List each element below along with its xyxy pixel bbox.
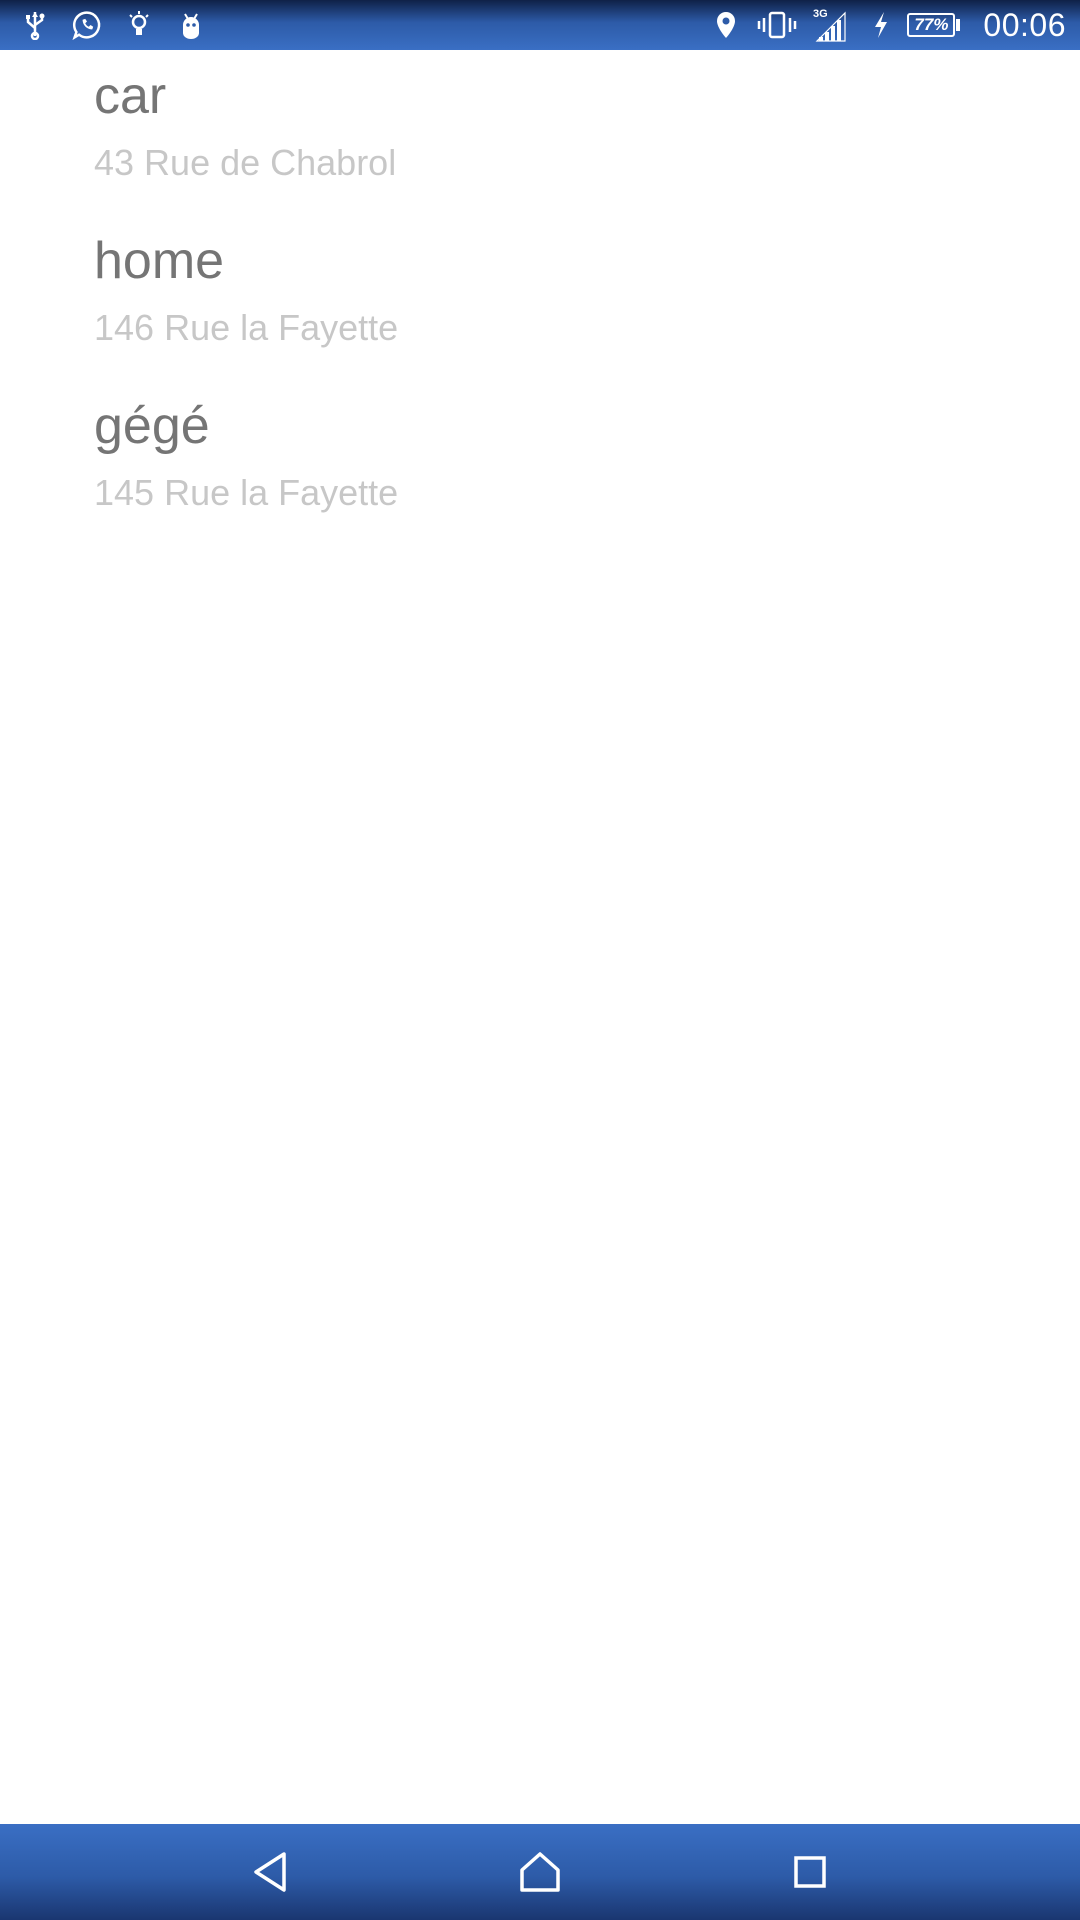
recents-icon [794, 1856, 826, 1888]
network-type-label: 3G [813, 8, 828, 20]
recents-button[interactable] [780, 1844, 840, 1900]
home-icon [520, 1852, 560, 1892]
vibrate-icon [757, 9, 797, 41]
whatsapp-icon [72, 9, 102, 41]
clock: 00:06 [983, 6, 1066, 43]
place-address: 145 Rue la Fayette [94, 472, 399, 513]
lightbulb-icon [124, 9, 154, 41]
notification-icons [20, 6, 206, 44]
place-name: car [94, 67, 167, 125]
signal-icon: 3G [813, 8, 849, 42]
place-name: home [94, 232, 225, 290]
list-item[interactable]: home 146 Rue la Fayette [0, 215, 1080, 380]
place-address: 43 Rue de Chabrol [94, 142, 397, 183]
charging-icon [871, 9, 891, 41]
place-address: 146 Rue la Fayette [94, 307, 399, 348]
back-button[interactable] [240, 1844, 300, 1900]
battery-icon: 77% [907, 11, 967, 39]
battery-cap [956, 19, 961, 31]
screen: 3G 77% 00:06 car 43 Rue de Chabrol home … [0, 0, 1080, 1920]
android-debug-icon [176, 9, 206, 41]
places-list: car 43 Rue de Chabrol home 146 Rue la Fa… [0, 50, 1080, 545]
battery-percent: 77% [907, 13, 956, 37]
list-item[interactable]: gégé 145 Rue la Fayette [0, 380, 1080, 545]
list-item[interactable]: car 43 Rue de Chabrol [0, 50, 1080, 215]
status-bar: 3G 77% 00:06 [0, 0, 1080, 50]
navigation-bar [0, 1824, 1080, 1920]
home-button[interactable] [510, 1844, 570, 1900]
system-icons: 3G 77% 00:06 [711, 4, 1066, 46]
place-name: gégé [94, 397, 210, 455]
back-icon [254, 1852, 286, 1892]
location-icon [711, 9, 741, 41]
usb-icon [20, 9, 50, 41]
